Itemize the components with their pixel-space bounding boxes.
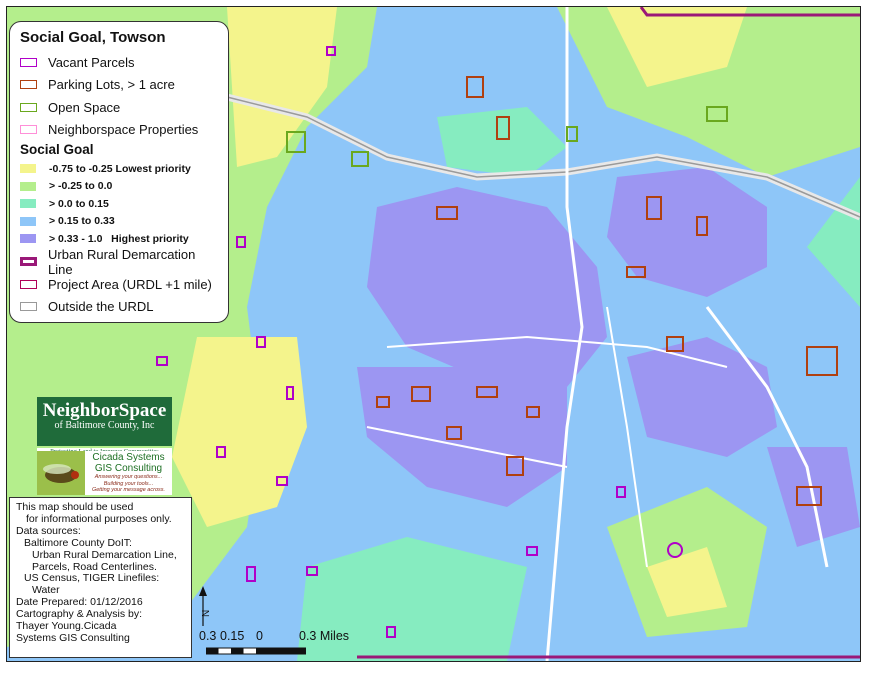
cicada-text: Cicada Systems GIS Consulting Answering … [85, 452, 172, 494]
ramp-swatch [20, 216, 36, 226]
cicada-logo: Cicada Systems GIS Consulting Answering … [37, 451, 172, 495]
cicada-tagline-line: Getting your message across. [91, 487, 166, 494]
neighborspace-swatch [20, 125, 37, 135]
scale-label: 0.3 [199, 629, 217, 643]
north-label: N [201, 610, 210, 617]
neighborspace-logo: NeighborSpace of Baltimore County, Inc P… [37, 397, 172, 455]
outside-urdl-swatch [20, 302, 37, 312]
note-line: Systems GIS Consulting [16, 631, 130, 644]
legend-item-open-space: Open Space [20, 96, 218, 119]
map-legend: Social Goal, Towson Vacant Parcels Parki… [9, 21, 229, 323]
note-line: Data sources: [16, 524, 81, 537]
ramp-swatch [20, 164, 36, 174]
cicada-name-line: GIS Consulting [94, 463, 163, 475]
legend-item-urdl: Urban Rural Demarcation Line [20, 247, 218, 277]
scale-label: 0 [256, 629, 263, 643]
cicada-tagline-line: Answering your questions... [94, 474, 163, 481]
ramp-swatch [20, 234, 36, 244]
legend-item-outside-urdl: Outside the URDL [20, 296, 218, 319]
legend-item-label: Project Area (URDL +1 mile) [48, 276, 212, 292]
cicada-name: Cicada Systems GIS Consulting [85, 452, 172, 474]
parking-lots-swatch [20, 80, 37, 90]
ramp-swatch [20, 199, 36, 209]
ramp-label: > 0.33 - 1.0 Highest priority [49, 232, 189, 245]
legend-item-label: Urban Rural Demarcation Line [48, 246, 196, 277]
ramp-label: -0.75 to -0.25 Lowest priority [49, 162, 191, 175]
legend-ramp-item: > 0.0 to 0.15 [20, 195, 218, 213]
project-area-swatch [20, 279, 37, 289]
open-space-swatch [20, 102, 37, 112]
legend-ramp-title: Social Goal [20, 142, 94, 157]
scale-labels: 0.3 0.15 0 0.3 Miles [199, 629, 369, 643]
legend-item-vacant-parcels: Vacant Parcels [20, 51, 218, 74]
legend-item-neighborspace: Neighborspace Properties [20, 119, 218, 142]
urdl-swatch [20, 257, 37, 267]
ramp-label: > 0.15 to 0.33 [49, 215, 115, 228]
legend-item-label: Parking Lots, > 1 acre [48, 77, 175, 93]
legend-item-label: Neighborspace Properties [48, 122, 199, 138]
vacant-parcels-swatch [20, 57, 37, 67]
cicada-name-line: Cicada Systems [92, 452, 165, 464]
scale-label: 0.15 [220, 629, 245, 643]
legend-item-label: Vacant Parcels [48, 54, 135, 70]
ramp-label: > 0.0 to 0.15 [49, 197, 109, 210]
legend-item-parking-lots: Parking Lots, > 1 acre [20, 74, 218, 97]
ramp-swatch [20, 181, 36, 191]
neighborspace-name: NeighborSpace [42, 400, 167, 421]
legend-ramp-item: -0.75 to -0.25 Lowest priority [20, 160, 218, 178]
ramp-label: > -0.25 to 0.0 [49, 180, 113, 193]
legend-item-label: Outside the URDL [48, 299, 154, 315]
cicada-tagline: Answering your questions... Building you… [85, 474, 172, 494]
legend-title: Social Goal, Towson [20, 29, 166, 46]
legend-item-project-area: Project Area (URDL +1 mile) [20, 273, 218, 296]
neighborspace-sub: of Baltimore County, Inc [54, 420, 155, 431]
legend-item-label: Open Space [48, 99, 121, 115]
scale-bar [206, 647, 306, 655]
legend-ramp-item: > -0.25 to 0.0 [20, 178, 218, 196]
map-notes: This map should be used for informationa… [9, 497, 192, 658]
note-line: Baltimore County DoIT: [24, 536, 132, 549]
cicada-icon [37, 451, 85, 495]
legend-ramp-item: > 0.33 - 1.0 Highest priority [20, 230, 218, 248]
legend-ramp-item: > 0.15 to 0.33 [20, 213, 218, 231]
note-line: Urban Rural Demarcation Line, [32, 548, 177, 561]
scale-label: 0.3 Miles [299, 629, 350, 643]
